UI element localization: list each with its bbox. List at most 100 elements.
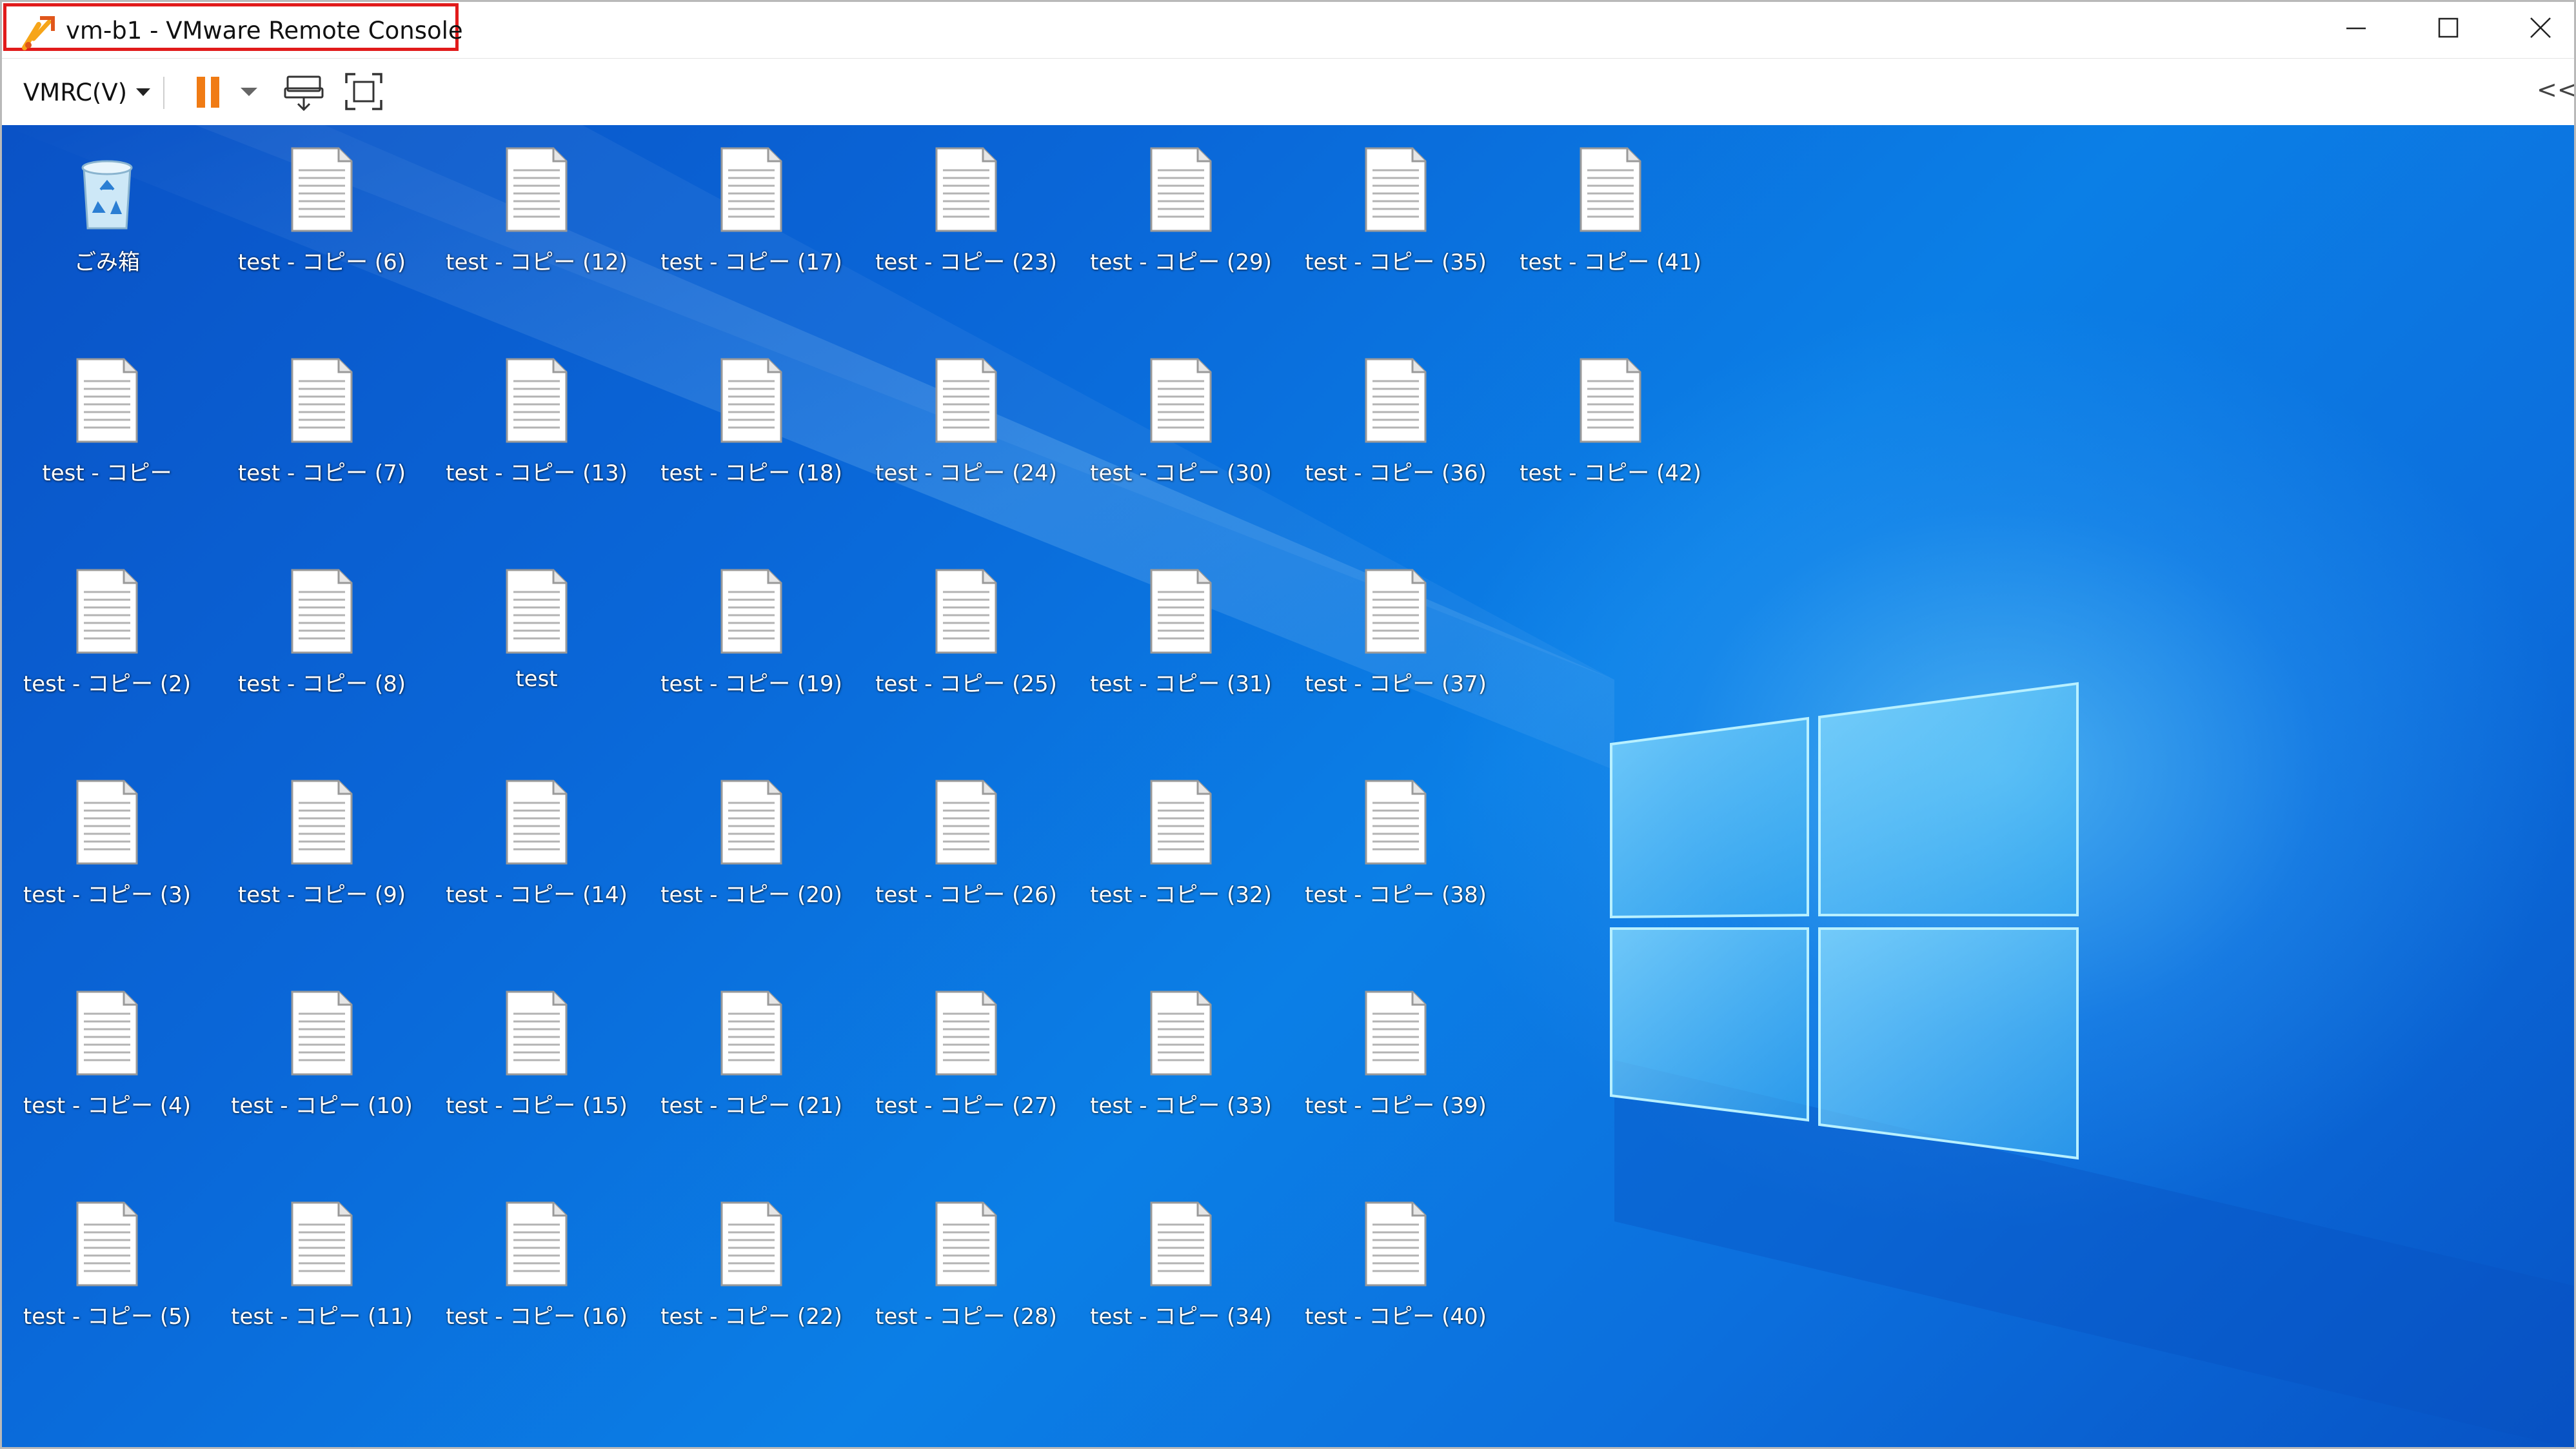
desktop-icon-file[interactable]: test - コピー (18)	[658, 336, 845, 529]
text-file-icon	[506, 1201, 568, 1286]
text-file-icon	[291, 147, 353, 232]
text-file-icon	[1150, 147, 1212, 232]
desktop-icon-label: test - コピー (22)	[660, 1304, 842, 1330]
text-file-icon	[935, 569, 997, 654]
pause-icon[interactable]	[189, 73, 228, 112]
desktop-icon-file[interactable]: test - コピー (12)	[443, 125, 630, 319]
desktop-icon-file[interactable]: test - コピー (3)	[14, 758, 201, 951]
text-file-icon	[1365, 1201, 1427, 1286]
desktop-icon-file[interactable]: test - コピー (10)	[228, 969, 415, 1162]
desktop-icon-label: test - コピー (37)	[1305, 671, 1487, 697]
desktop-icon-file[interactable]: test - コピー (17)	[658, 125, 845, 319]
text-file-icon	[506, 991, 568, 1076]
maximize-icon	[2438, 17, 2458, 38]
text-file-icon	[76, 569, 138, 654]
desktop-icon-file[interactable]: test - コピー (14)	[443, 758, 630, 951]
desktop-icon-file[interactable]: test - コピー (4)	[14, 969, 201, 1162]
desktop-icon-file[interactable]: test - コピー (27)	[873, 969, 1060, 1162]
desktop-icon-label: test - コピー (25)	[875, 671, 1057, 697]
desktop-icon-label: test - コピー (36)	[1305, 460, 1487, 486]
desktop-icon-label: test - コピー (35)	[1305, 250, 1487, 275]
desktop-icon-label: test - コピー (21)	[660, 1093, 842, 1119]
desktop-icon-file[interactable]: test - コピー (31)	[1087, 547, 1274, 740]
desktop-icon-file[interactable]: test - コピー (37)	[1302, 547, 1489, 740]
recycle-bin-icon	[81, 160, 133, 230]
desktop-icon-label: test - コピー (11)	[231, 1304, 413, 1330]
desktop-icon-file[interactable]: test - コピー (41)	[1517, 125, 1704, 319]
desktop-icon-file[interactable]: test - コピー	[14, 336, 201, 529]
text-file-icon	[720, 991, 782, 1076]
text-file-icon	[506, 569, 568, 654]
title-bar[interactable]: vm-b1 - VMware Remote Console	[2, 2, 2574, 58]
text-file-icon	[935, 147, 997, 232]
guest-desktop[interactable]: ごみ箱 test - コピー test - コピー (2) test - コピー…	[2, 125, 2574, 1447]
desktop-icon-file[interactable]: test - コピー (32)	[1087, 758, 1274, 951]
fullscreen-icon[interactable]	[344, 72, 384, 112]
desktop-icon-label: test - コピー (14)	[446, 882, 628, 908]
desktop-icon-file[interactable]: test - コピー (11)	[228, 1179, 415, 1373]
desktop-icon-label: test - コピー (33)	[1090, 1093, 1272, 1119]
desktop-icon-label: test - コピー (3)	[23, 882, 192, 908]
desktop-icon-file[interactable]: test - コピー (26)	[873, 758, 1060, 951]
ctrl-alt-del-icon[interactable]	[284, 72, 324, 113]
text-file-icon	[1150, 991, 1212, 1076]
desktop-icon-file[interactable]: test - コピー (42)	[1517, 336, 1704, 529]
text-file-icon	[506, 358, 568, 443]
text-file-icon	[291, 1201, 353, 1286]
desktop-icon-file[interactable]: test - コピー (22)	[658, 1179, 845, 1373]
desktop-icon-recycle-bin[interactable]: ごみ箱	[14, 125, 201, 319]
close-button[interactable]	[2494, 2, 2574, 54]
desktop-icon-file[interactable]: test - コピー (7)	[228, 336, 415, 529]
desktop-icon-file[interactable]: test - コピー (2)	[14, 547, 201, 740]
desktop-icon-file[interactable]: test - コピー (34)	[1087, 1179, 1274, 1373]
text-file-icon	[720, 358, 782, 443]
desktop-icon-label: test - コピー (17)	[660, 250, 842, 275]
power-dropdown-arrow-icon[interactable]	[241, 88, 257, 96]
desktop-icon-file[interactable]: test - コピー (6)	[228, 125, 415, 319]
minimize-button[interactable]	[2310, 2, 2402, 54]
library-toggle-button[interactable]: <<	[2537, 75, 2574, 104]
desktop-icon-file[interactable]: test - コピー (40)	[1302, 1179, 1489, 1373]
desktop-icon-file[interactable]: test - コピー (23)	[873, 125, 1060, 319]
desktop-icon-file[interactable]: test - コピー (16)	[443, 1179, 630, 1373]
desktop-icon-label: test - コピー (20)	[660, 882, 842, 908]
text-file-icon	[1150, 358, 1212, 443]
desktop-icon-file[interactable]: test - コピー (24)	[873, 336, 1060, 529]
text-file-icon	[720, 147, 782, 232]
desktop-icon-file[interactable]: test - コピー (29)	[1087, 125, 1274, 319]
desktop-icon-file[interactable]: test - コピー (19)	[658, 547, 845, 740]
minimize-icon	[2346, 27, 2366, 30]
text-file-icon	[1150, 780, 1212, 865]
desktop-icon-file[interactable]: test - コピー (9)	[228, 758, 415, 951]
desktop-icon-file[interactable]: test - コピー (39)	[1302, 969, 1489, 1162]
text-file-icon	[291, 780, 353, 865]
desktop-icon-file[interactable]: test - コピー (36)	[1302, 336, 1489, 529]
window-title: vm-b1 - VMware Remote Console	[66, 17, 463, 44]
desktop-icon-label: test - コピー (34)	[1090, 1304, 1272, 1330]
desktop-icon-file[interactable]: test - コピー (30)	[1087, 336, 1274, 529]
desktop-icon-file[interactable]: test	[443, 547, 630, 740]
vmrc-menu-button[interactable]: VMRC(V)	[23, 75, 151, 109]
desktop-icon-label: test - コピー (7)	[237, 460, 406, 486]
desktop-icon-file[interactable]: test - コピー (21)	[658, 969, 845, 1162]
text-file-icon	[506, 147, 568, 232]
desktop-icon-file[interactable]: test - コピー (25)	[873, 547, 1060, 740]
desktop-icon-file[interactable]: test - コピー (5)	[14, 1179, 201, 1373]
desktop-icon-label: test - コピー (16)	[446, 1304, 628, 1330]
desktop-icon-label: test - コピー (15)	[446, 1093, 628, 1119]
desktop-icon-file[interactable]: test - コピー (20)	[658, 758, 845, 951]
text-file-icon	[720, 1201, 782, 1286]
text-file-icon	[291, 991, 353, 1076]
desktop-icon-file[interactable]: test - コピー (8)	[228, 547, 415, 740]
desktop-icon-label: test - コピー (12)	[446, 250, 628, 275]
desktop-icon-file[interactable]: test - コピー (35)	[1302, 125, 1489, 319]
desktop-icon-file[interactable]: test - コピー (13)	[443, 336, 630, 529]
text-file-icon	[1365, 358, 1427, 443]
maximize-button[interactable]	[2402, 2, 2494, 54]
text-file-icon	[1580, 358, 1641, 443]
toolbar: VMRC(V) <<	[2, 58, 2574, 125]
desktop-icon-file[interactable]: test - コピー (33)	[1087, 969, 1274, 1162]
desktop-icon-file[interactable]: test - コピー (28)	[873, 1179, 1060, 1373]
desktop-icon-file[interactable]: test - コピー (15)	[443, 969, 630, 1162]
desktop-icon-file[interactable]: test - コピー (38)	[1302, 758, 1489, 951]
